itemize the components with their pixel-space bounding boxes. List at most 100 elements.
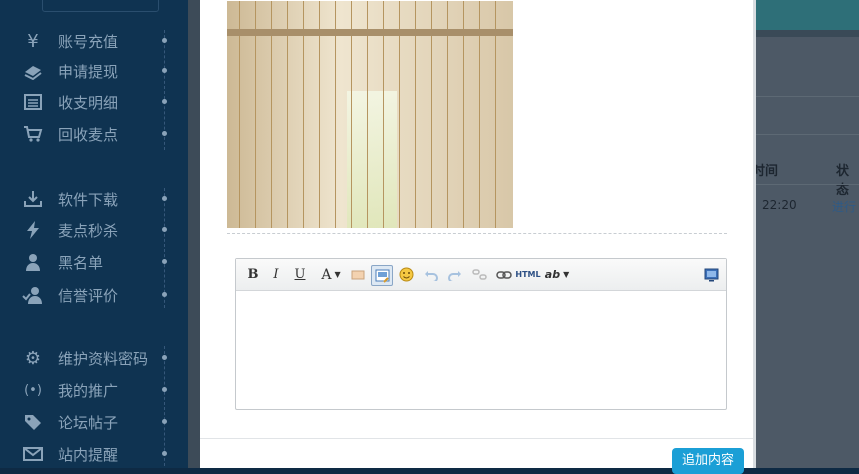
sidebar-item-label: 回收麦点 [58, 125, 119, 144]
sidebar-item-label: 信誉评价 [58, 286, 119, 305]
gear-icon: ⚙ [24, 347, 42, 369]
sidebar-item-withdraw[interactable]: 申请提现 [0, 58, 188, 84]
sidebar-item-notifications[interactable]: 站内提醒 [0, 441, 188, 467]
sidebar-item-download[interactable]: 软件下载 [0, 186, 188, 212]
sidebar-dot [162, 68, 167, 73]
fullscreen-icon [704, 268, 718, 281]
sidebar-item-label: 申请提现 [58, 62, 119, 81]
calendar-list-icon [22, 91, 44, 113]
redo-button[interactable] [446, 265, 464, 284]
sidebar-item-label: 黑名单 [58, 253, 104, 272]
sidebar: ¥ 账号充值 申请提现 收支明细 回收麦点 软件下载 麦点秒杀 黑名单 信誉评价… [0, 0, 188, 468]
user-check-icon [22, 284, 44, 306]
html-button[interactable]: HTML [515, 265, 541, 284]
unlink-button[interactable] [470, 265, 488, 284]
sidebar-item-label: 软件下载 [58, 190, 119, 209]
sidebar-top-box[interactable] [42, 0, 159, 12]
overlay-gutter [188, 0, 200, 468]
chevron-down-icon: ▼ [334, 270, 341, 279]
insert-image-button[interactable] [371, 265, 393, 286]
divider [756, 184, 859, 185]
smiley-icon [399, 267, 413, 282]
sidebar-dot [162, 38, 167, 43]
tag-icon [22, 411, 44, 433]
separator-dashed [227, 233, 727, 234]
sidebar-item-forum-posts[interactable]: 论坛帖子 [0, 409, 188, 435]
divider [756, 96, 859, 97]
bold-button[interactable]: B [244, 265, 262, 284]
sidebar-item-promotion[interactable]: (•) 我的推广 [0, 377, 188, 403]
html-icon: HTML [515, 270, 541, 279]
yen-icon: ¥ [27, 30, 39, 52]
spellcheck-button[interactable]: ab ▼ [543, 265, 571, 284]
undo-button[interactable] [422, 265, 440, 284]
chevron-down-icon: ▼ [563, 270, 570, 279]
rich-text-editor: B I U A ▼ HTML ab ▼ [235, 258, 727, 410]
modal-edge [753, 0, 756, 468]
sidebar-dot [162, 451, 167, 456]
table-cell-time: 22:20 [762, 198, 797, 212]
divider [756, 134, 859, 135]
append-content-modal: B I U A ▼ HTML ab ▼ 追加内容 [200, 0, 756, 474]
fullscreen-button[interactable] [702, 265, 720, 284]
link-icon [496, 270, 512, 279]
table-header-status: 状态 [836, 164, 850, 198]
font-color-icon: A [321, 266, 332, 283]
editor-toolbar: B I U A ▼ HTML ab ▼ [236, 259, 726, 291]
sidebar-item-label: 维护资料密码 [58, 349, 149, 368]
spellcheck-icon: ab [544, 268, 561, 281]
broadcast-icon: (•) [24, 382, 42, 398]
background-page: 时间 状态 22:20 进行 [752, 0, 859, 468]
download-icon [22, 188, 44, 210]
sidebar-dot [162, 196, 167, 201]
font-color-button[interactable]: A ▼ [316, 265, 346, 284]
sidebar-dot [162, 99, 167, 104]
sidebar-item-blacklist[interactable]: 黑名单 [0, 249, 188, 275]
sidebar-dot [162, 355, 167, 360]
sidebar-dot [162, 131, 167, 136]
background-panel [756, 37, 859, 468]
bold-icon: B [247, 267, 259, 282]
sidebar-dot [162, 292, 167, 297]
append-content-button[interactable]: 追加内容 [672, 448, 744, 474]
sidebar-dot [162, 419, 167, 424]
underline-icon: U [294, 267, 306, 282]
editor-content-area[interactable] [236, 291, 726, 409]
highlight-icon [351, 270, 365, 279]
table-cell-status-link[interactable]: 进行 [832, 198, 856, 215]
image-icon [375, 269, 389, 283]
unlink-icon [471, 269, 487, 280]
italic-icon: I [273, 267, 279, 282]
italic-button[interactable]: I [267, 265, 285, 284]
sidebar-item-label: 我的推广 [58, 381, 119, 400]
background-header [756, 0, 859, 30]
lightning-icon [22, 219, 44, 241]
sidebar-item-statement[interactable]: 收支明细 [0, 89, 188, 115]
mail-icon [22, 443, 44, 465]
curtain-image [227, 1, 513, 228]
sidebar-dot [162, 227, 167, 232]
link-button[interactable] [494, 265, 514, 284]
sidebar-item-recharge[interactable]: ¥ 账号充值 [0, 28, 188, 54]
modal-footer-divider [200, 438, 753, 439]
sidebar-item-profile-password[interactable]: ⚙ 维护资料密码 [0, 345, 188, 371]
redo-icon [448, 270, 461, 281]
money-stack-icon [22, 60, 44, 82]
cart-icon [22, 123, 44, 145]
sidebar-dot [162, 387, 167, 392]
window-light [347, 91, 397, 228]
sidebar-item-label: 账号充值 [58, 32, 119, 51]
sidebar-item-flash-sale[interactable]: 麦点秒杀 [0, 217, 188, 243]
user-block-icon [22, 251, 44, 273]
sidebar-item-recycle-points[interactable]: 回收麦点 [0, 121, 188, 147]
emoticon-button[interactable] [397, 265, 415, 284]
underline-button[interactable]: U [291, 265, 309, 284]
curtain-rod [227, 29, 513, 36]
sidebar-item-label: 论坛帖子 [58, 413, 119, 432]
sidebar-item-credit-rating[interactable]: 信誉评价 [0, 282, 188, 308]
sidebar-item-label: 收支明细 [58, 93, 119, 112]
undo-icon [425, 270, 438, 281]
highlight-button[interactable] [349, 265, 367, 284]
sidebar-dot [162, 259, 167, 264]
sidebar-item-label: 麦点秒杀 [58, 221, 119, 240]
